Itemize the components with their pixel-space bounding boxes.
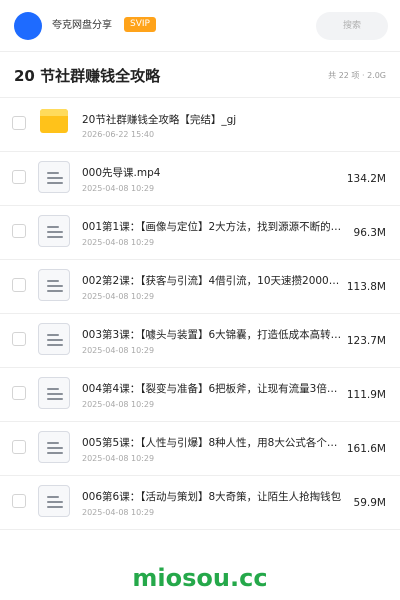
username: 夸克网盘分享 [52,20,112,31]
select-checkbox[interactable] [12,386,26,400]
file-name: 005第5课：【人性与引爆】8种人性，用8大公式各个击破 [82,437,344,449]
select-checkbox[interactable] [12,332,26,346]
folder-title-bar: 20 节社群赚钱全攻略 共 22 项 · 2.0G [0,52,400,98]
file-size: 111.9M [346,389,386,401]
list-item[interactable]: 003第3课：【噱头与装置】6大锦囊，打造低成本高转化社群 2025-04-08… [0,314,400,368]
list-item[interactable]: 002第2课：【获客与引流】4借引流，10天速攒2000精准用户 2025-04… [0,260,400,314]
file-icon [38,431,70,463]
file-size: 96.3M [353,227,386,239]
folder-meta: 共 22 项 · 2.0G [328,71,386,80]
file-name: 20节社群赚钱全攻略【完结】_gj [82,114,237,126]
file-size: 123.7M [346,335,386,347]
file-size: 134.2M [346,173,386,185]
file-date: 2025-04-08 10:29 [82,400,155,409]
file-icon [38,161,70,193]
file-list: 20节社群赚钱全攻略【完结】_gj 2026-06-22 15:40 000先导… [0,98,400,530]
file-icon [38,269,70,301]
list-item[interactable]: 005第5课：【人性与引爆】8种人性，用8大公式各个击破 2025-04-08 … [0,422,400,476]
file-icon [38,485,70,517]
avatar[interactable] [14,12,42,40]
file-name: 000先导课.mp4 [82,167,161,179]
svip-badge: SVIP [124,17,156,32]
file-date: 2025-04-08 10:29 [82,346,155,355]
file-icon [38,215,70,247]
file-date: 2025-04-08 10:29 [82,454,155,463]
file-name: 006第6课：【活动与策划】8大奇策，让陌生人抢掏钱包 [82,491,342,503]
file-name: 002第2课：【获客与引流】4借引流，10天速攒2000精准用户 [82,275,344,287]
list-item[interactable]: 001第1课：【画像与定位】2大方法，找到源源不断的用户 2025-04-08 … [0,206,400,260]
list-item[interactable]: 006第6课：【活动与策划】8大奇策，让陌生人抢掏钱包 2025-04-08 1… [0,476,400,530]
search-input[interactable]: 搜索 [316,12,388,40]
list-item[interactable]: 004第4课：【裂变与准备】6把板斧，让现有流量3倍增长 2025-04-08 … [0,368,400,422]
watermark: miosou.cc [132,564,268,592]
file-date: 2025-04-08 10:29 [82,184,155,193]
file-size: 113.8M [346,281,386,293]
file-name: 004第4课：【裂变与准备】6把板斧，让现有流量3倍增长 [82,383,344,395]
page-title: 20 节社群赚钱全攻略 [14,67,161,85]
list-item-folder[interactable]: 20节社群赚钱全攻略【完结】_gj 2026-06-22 15:40 [0,98,400,152]
file-date: 2025-04-08 10:29 [82,292,155,301]
file-date: 2025-04-08 10:29 [82,508,155,517]
file-icon [38,377,70,409]
file-size: 59.9M [353,497,386,509]
select-checkbox[interactable] [12,116,26,130]
file-size: 161.6M [346,443,386,455]
file-icon [38,323,70,355]
select-checkbox[interactable] [12,224,26,238]
file-name: 001第1课：【画像与定位】2大方法，找到源源不断的用户 [82,221,344,233]
file-date: 2026-06-22 15:40 [82,130,155,139]
select-checkbox[interactable] [12,494,26,508]
top-bar: 夸克网盘分享 SVIP 搜索 [0,0,400,52]
file-date: 2025-04-08 10:29 [82,238,155,247]
file-name: 003第3课：【噱头与装置】6大锦囊，打造低成本高转化社群 [82,329,344,341]
folder-icon [40,109,68,133]
list-item[interactable]: 000先导课.mp4 2025-04-08 10:29 134.2M [0,152,400,206]
select-checkbox[interactable] [12,440,26,454]
select-checkbox[interactable] [12,278,26,292]
select-checkbox[interactable] [12,170,26,184]
